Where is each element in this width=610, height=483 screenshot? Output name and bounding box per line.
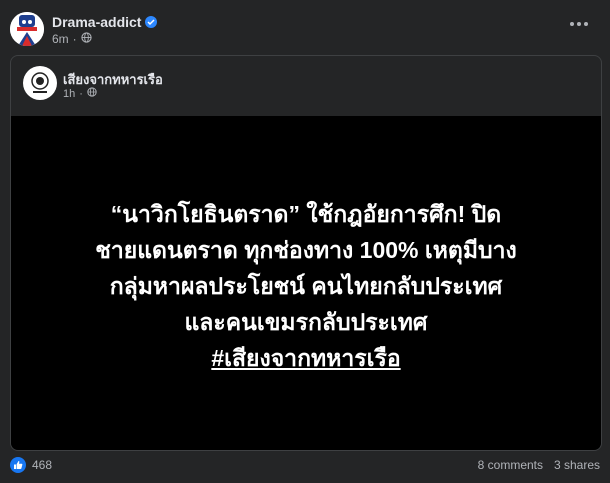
like-reaction-icon[interactable] <box>10 457 26 473</box>
verified-badge-icon <box>145 16 158 28</box>
author-avatar[interactable] <box>10 12 44 46</box>
image-text-line: “นาวิกโยธินตราด” ใช้กฎอัยการศึก! ปิด <box>110 201 502 227</box>
reaction-count[interactable]: 468 <box>32 458 52 472</box>
shared-post-card[interactable]: เสียงจากทหารเรือ 1h · “นาวิกโยธินตราด” ใ… <box>10 55 602 451</box>
hashtag: #เสียงจากทหารเรือ <box>211 345 401 371</box>
post-time[interactable]: 6m <box>52 32 69 46</box>
post-image[interactable]: “นาวิกโยธินตราด” ใช้กฎอัยการศึก! ปิด ชาย… <box>11 116 601 450</box>
shared-post-header: เสียงจากทหารเรือ 1h · <box>11 56 601 116</box>
author-name[interactable]: Drama-addict <box>52 14 141 30</box>
image-text-line: ชายแดนตราด ทุกช่องทาง 100% เหตุมีบาง <box>95 237 517 263</box>
globe-icon <box>81 32 92 46</box>
page-avatar[interactable] <box>23 66 57 100</box>
more-options-icon[interactable] <box>564 14 594 34</box>
globe-icon <box>87 87 97 100</box>
image-text-line: กลุ่มหาผลประโยชน์ คนไทยกลับประเทศ <box>109 273 503 299</box>
image-text-line: และคนเขมรกลับประเทศ <box>184 309 428 335</box>
post-footer: 468 8 comments 3 shares <box>10 454 600 476</box>
shares-count[interactable]: 3 shares <box>554 458 600 472</box>
shared-post-time[interactable]: 1h <box>63 88 75 100</box>
meta-separator: · <box>72 32 77 46</box>
post-image-text: “นาวิกโยธินตราด” ใช้กฎอัยการศึก! ปิด ชาย… <box>65 196 547 376</box>
post-header: Drama-addict 6m · <box>10 10 600 50</box>
comments-count[interactable]: 8 comments <box>478 458 543 472</box>
meta-separator: · <box>79 87 83 100</box>
